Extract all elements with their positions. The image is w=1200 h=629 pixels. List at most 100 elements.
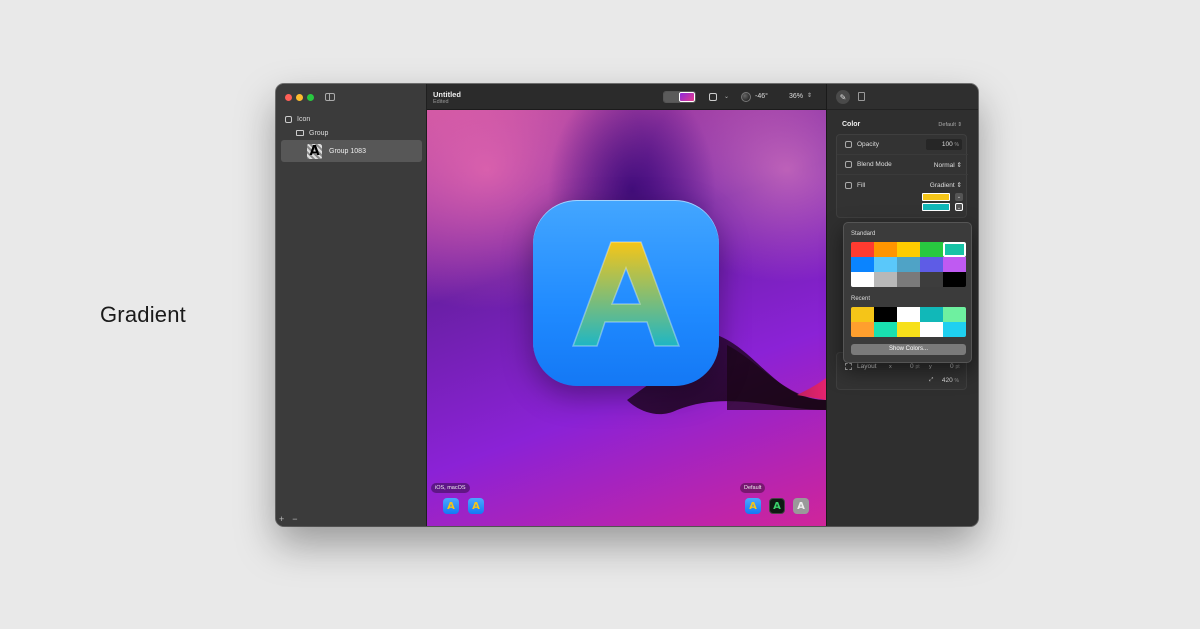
preset-group-label-ios-macos: iOS, macOS <box>431 483 470 493</box>
standard-color-swatch[interactable] <box>943 257 966 272</box>
layer-tree: Icon Group A Group 1083 <box>276 112 427 162</box>
recent-color-swatch[interactable] <box>943 322 966 337</box>
grid-icon[interactable] <box>709 93 717 101</box>
preset-macos-icon[interactable]: A <box>468 498 484 514</box>
recent-color-swatch[interactable] <box>851 322 874 337</box>
recent-colors-label: Recent <box>851 296 871 302</box>
standard-color-swatch[interactable] <box>943 272 966 287</box>
x-unit: pt <box>915 364 920 370</box>
y-value: 0 <box>950 363 954 370</box>
standard-color-swatch[interactable] <box>920 257 943 272</box>
square-icon <box>285 115 292 123</box>
layers-sidebar: Icon Group A Group 1083 + − <box>276 84 427 526</box>
opacity-row: Opacity 100 % <box>837 135 968 155</box>
scale-unit: % <box>954 378 959 384</box>
standard-color-swatch[interactable] <box>851 242 874 257</box>
sidebar-toggle-icon[interactable] <box>325 93 335 101</box>
app-icon-preview[interactable] <box>533 200 719 386</box>
opacity-unit: % <box>954 142 959 148</box>
stepper-icon[interactable]: ⇕ <box>807 92 812 99</box>
blend-mode-select[interactable]: Normal ⇕ <box>934 161 962 169</box>
recent-color-swatch[interactable] <box>897 322 920 337</box>
standard-color-swatch[interactable] <box>874 257 897 272</box>
x-value: 0 <box>910 363 914 370</box>
background-switcher[interactable] <box>663 91 696 103</box>
sidebar-footer: + − <box>276 512 427 526</box>
layout-row: Layout <box>845 363 877 370</box>
document-icon[interactable] <box>858 92 865 101</box>
recent-color-swatch[interactable] <box>943 307 966 322</box>
standard-color-swatch[interactable] <box>920 272 943 287</box>
preset-dark-icon[interactable]: A <box>769 498 785 514</box>
inspector-header: ✎ <box>827 84 978 110</box>
standard-colors-label: Standard <box>851 231 876 237</box>
opacity-input[interactable]: 100 % <box>926 139 962 150</box>
preset-tinted-icon[interactable]: A <box>793 498 809 514</box>
app-window: Icon Group A Group 1083 + − Untitled Edi… <box>276 84 978 526</box>
tree-item-label: Group 1083 <box>329 147 366 155</box>
blend-mode-value: Normal <box>933 161 955 169</box>
standard-color-swatch[interactable] <box>874 242 897 257</box>
x-input[interactable]: 0 pt <box>910 363 920 370</box>
recent-color-grid <box>851 307 966 337</box>
light-angle-value[interactable]: -46° <box>755 93 768 100</box>
recent-color-swatch[interactable] <box>851 307 874 322</box>
minimize-window-button[interactable] <box>296 94 303 101</box>
preset-ios-icon[interactable]: A <box>443 498 459 514</box>
fill-type-select[interactable]: Gradient ⇕ <box>930 181 962 189</box>
tree-item-group[interactable]: Group <box>276 126 427 140</box>
standard-color-swatch[interactable] <box>897 272 920 287</box>
standard-color-swatch[interactable] <box>943 242 966 257</box>
recent-color-swatch[interactable] <box>874 307 897 322</box>
standard-color-swatch[interactable] <box>897 257 920 272</box>
recent-color-swatch[interactable] <box>920 307 943 322</box>
remove-layer-button[interactable]: − <box>292 514 297 524</box>
fill-label: Fill <box>857 181 866 189</box>
add-layer-button[interactable]: + <box>279 514 284 524</box>
gradient-stop-teal[interactable] <box>922 203 950 211</box>
recent-color-swatch[interactable] <box>920 322 943 337</box>
background-option-gray[interactable] <box>664 92 679 102</box>
show-colors-button[interactable]: Show Colors... <box>851 344 966 355</box>
paintbrush-icon[interactable]: ✎ <box>836 90 850 104</box>
preset-default-icon[interactable]: A <box>745 498 761 514</box>
gradient-stop-1-chevron-icon[interactable]: ⌄ <box>955 193 963 201</box>
y-unit: pt <box>955 364 960 370</box>
window-controls <box>285 94 314 101</box>
resize-icon: ⤢ <box>929 377 934 383</box>
color-picker-popover: Standard Recent Show Colors... <box>843 222 972 363</box>
background-option-gradient[interactable] <box>678 92 695 102</box>
standard-color-swatch[interactable] <box>851 257 874 272</box>
tree-item-icon[interactable]: Icon <box>276 112 427 126</box>
fill-row: Fill Gradient ⇕ <box>837 175 968 195</box>
tree-item-group-1083[interactable]: A Group 1083 <box>281 140 422 162</box>
section-title-color: Color <box>842 121 861 128</box>
gradient-stop-yellow[interactable] <box>922 193 950 201</box>
opacity-value: 100 <box>941 141 953 148</box>
recent-color-swatch[interactable] <box>874 322 897 337</box>
y-input[interactable]: 0 pt <box>950 363 960 370</box>
preset-letter: A <box>472 500 480 512</box>
zoom-level[interactable]: 36% <box>789 93 803 100</box>
standard-color-swatch[interactable] <box>920 242 943 257</box>
fill-type-value: Gradient <box>929 182 955 189</box>
folder-icon <box>296 130 304 136</box>
close-window-button[interactable] <box>285 94 292 101</box>
document-status: Edited <box>433 99 449 105</box>
gradient-stop-2-chevron-icon[interactable]: ⌄ <box>955 203 963 211</box>
maximize-window-button[interactable] <box>307 94 314 101</box>
preview-canvas[interactable]: iOS, macOS A A Default A A A <box>427 110 826 526</box>
light-angle-icon[interactable] <box>741 92 751 102</box>
layer-thumbnail: A <box>307 143 322 159</box>
recent-color-swatch[interactable] <box>897 307 920 322</box>
standard-color-swatch[interactable] <box>874 272 897 287</box>
standard-color-swatch[interactable] <box>851 272 874 287</box>
preset-letter: A <box>797 500 805 512</box>
standard-color-swatch[interactable] <box>897 242 920 257</box>
preset-group-label-default: Default <box>740 483 766 493</box>
chevron-down-icon[interactable]: ⌄ <box>724 93 729 100</box>
color-preset-select[interactable]: Default ⇕ <box>938 122 962 128</box>
opacity-label: Opacity <box>857 141 880 148</box>
letter-a-glyph <box>571 241 681 347</box>
scale-input[interactable]: 420 % <box>942 377 959 384</box>
